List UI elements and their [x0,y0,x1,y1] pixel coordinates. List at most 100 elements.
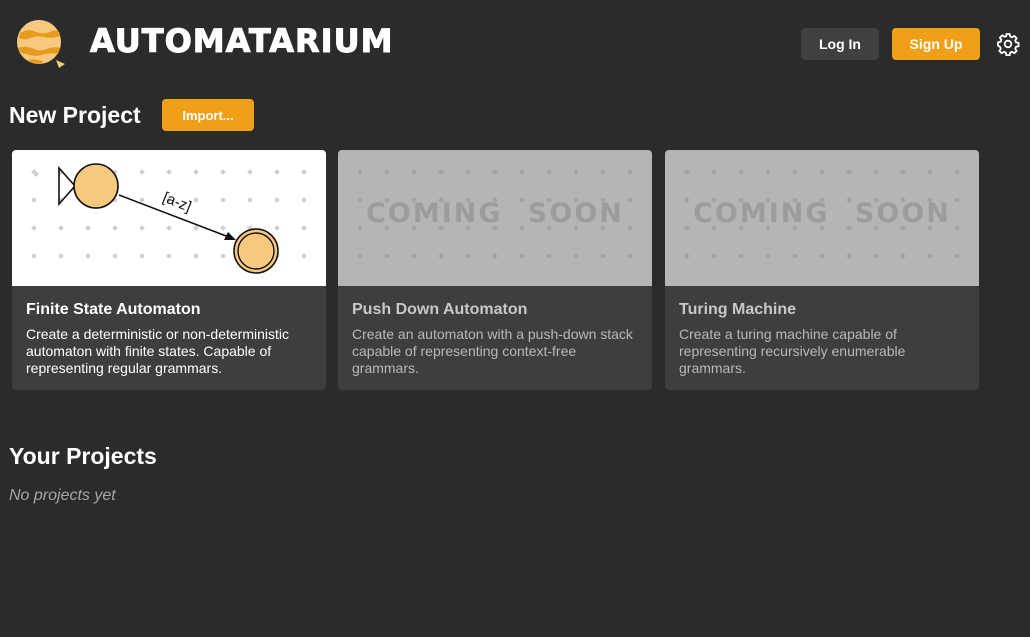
card-description: Create an automaton with a push-down sta… [352,326,633,376]
import-button[interactable]: Import... [162,99,254,131]
grid-dot [112,225,118,231]
grid-dot [927,169,933,175]
grid-dot [711,253,717,259]
app-title: AUTOMATARIUM [89,22,394,61]
grid-dot [85,225,91,231]
grid-dot [139,169,145,175]
grid-dot [247,197,253,203]
grid-dot [465,253,471,259]
grid-dot [600,169,606,175]
gear-icon[interactable] [996,32,1020,56]
initial-state [73,163,119,209]
grid-dot [193,169,199,175]
grid-dot [600,253,606,259]
grid-dot [31,225,37,231]
accept-state [233,228,279,274]
coming-soon-label: COMING SOON [693,198,951,229]
empty-projects-message: No projects yet [9,487,116,504]
planet-logo-icon[interactable] [14,18,68,70]
grid-dot [274,225,280,231]
card-title: Turing Machine [679,301,797,318]
grid-dot [954,169,960,175]
grid-dot [438,169,444,175]
grid-dot [166,169,172,175]
card-title: Finite State Automaton [26,301,201,318]
grid-dot [301,253,307,259]
grid-dot [792,169,798,175]
grid-dot [573,253,579,259]
grid-dot [301,225,307,231]
grid-dot [765,253,771,259]
grid-dot [384,169,390,175]
grid-dot [112,253,118,259]
grid-dot [193,197,199,203]
grid-dot [274,197,280,203]
grid-dot [519,169,525,175]
grid-dot [274,169,280,175]
pda-preview: COMING SOON [338,150,652,286]
grid-dot [193,253,199,259]
grid-dot [927,253,933,259]
grid-dot [301,169,307,175]
grid-dot [819,169,825,175]
grid-dot [58,225,64,231]
grid-dot [166,225,172,231]
transition-label: [a-z] [160,189,193,216]
grid-dot [411,253,417,259]
grid-dot [519,253,525,259]
grid-dot [301,197,307,203]
fsa-preview: [a-z] [12,150,326,286]
fsa-card[interactable]: [a-z] Finite State Automaton Create a de… [12,150,326,390]
grid-dot [684,169,690,175]
grid-dot [139,253,145,259]
grid-dot [465,169,471,175]
grid-dot [846,253,852,259]
grid-dot [738,169,744,175]
grid-dot [765,169,771,175]
grid-dot [792,253,798,259]
tm-card: COMING SOON Turing Machine Create a turi… [665,150,979,390]
header: AUTOMATARIUM Log In Sign Up [0,0,1030,88]
grid-dot [873,253,879,259]
grid-dot [954,253,960,259]
grid-dot [819,253,825,259]
login-button[interactable]: Log In [801,28,879,60]
grid-dot [220,169,226,175]
card-title: Push Down Automaton [352,301,528,318]
grid-dot [139,225,145,231]
grid-dot [58,253,64,259]
grid-dot [220,225,226,231]
grid-dot [220,253,226,259]
grid-dot [220,197,226,203]
pda-card: COMING SOON Push Down Automaton Create a… [338,150,652,390]
grid-dot [31,253,37,259]
grid-dot [247,169,253,175]
fsa-diagram: [a-z] [31,163,307,274]
grid-dot [85,253,91,259]
grid-dot [738,253,744,259]
signup-button[interactable]: Sign Up [892,28,980,60]
your-projects-heading: Your Projects [9,443,157,469]
grid-dot [900,169,906,175]
new-project-heading: New Project [9,102,141,128]
grid-dot [31,197,37,203]
coming-soon-label: COMING SOON [366,198,624,229]
grid-dot [711,169,717,175]
grid-dot [357,169,363,175]
grid-dot [873,169,879,175]
tm-preview: COMING SOON [665,150,979,286]
card-description: Create a deterministic or non-determinis… [26,326,289,376]
grid-dot [627,169,633,175]
grid-dot [846,169,852,175]
grid-dot [357,253,363,259]
grid-dot [627,253,633,259]
grid-dot [384,253,390,259]
grid-dot [573,169,579,175]
grid-dot [492,169,498,175]
grid-dot [411,169,417,175]
grid-dot [492,253,498,259]
grid-dot [900,253,906,259]
grid-dot [139,197,145,203]
grid-dot [546,169,552,175]
grid-dot [546,253,552,259]
